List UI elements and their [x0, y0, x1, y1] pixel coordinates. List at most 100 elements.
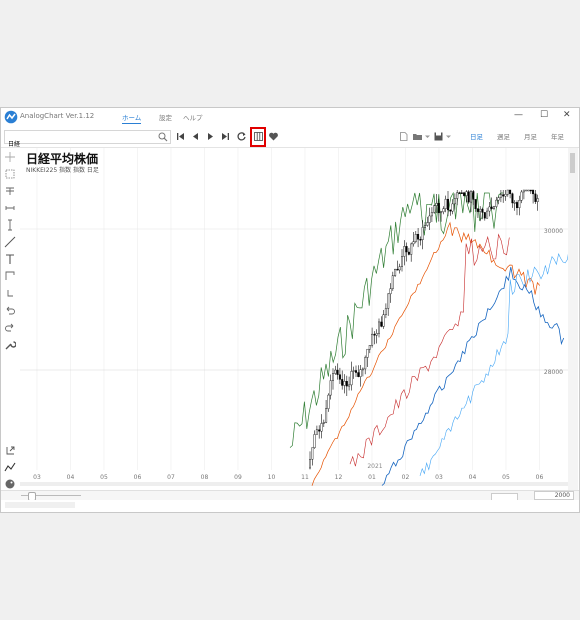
candle: [490, 206, 493, 209]
series-line-lightblue: [419, 252, 568, 476]
month-label: 01: [368, 474, 376, 481]
candle: [426, 222, 429, 226]
candle: [309, 459, 312, 469]
candle: [348, 384, 351, 387]
heart-icon[interactable]: [268, 131, 279, 142]
crosshair-icon[interactable]: [4, 151, 16, 163]
vertical-line-icon[interactable]: [4, 219, 16, 231]
menu-home[interactable]: ホーム: [122, 112, 142, 124]
chevron-down-icon[interactable]: [422, 131, 433, 142]
month-label: 10: [268, 474, 276, 481]
app-window: AnalogChart Ver.1.12 ホーム 設定 ヘルプ — ☐ ✕ 日足…: [0, 107, 580, 513]
chevron-down-icon[interactable]: [443, 131, 454, 142]
candle: [407, 251, 410, 255]
export-icon[interactable]: [4, 444, 16, 456]
prev-icon[interactable]: [190, 131, 201, 142]
bracket-icon[interactable]: [4, 287, 16, 299]
candle: [488, 206, 491, 212]
trend-line-icon[interactable]: [4, 236, 16, 248]
rectangle-icon[interactable]: [4, 270, 16, 282]
horizontal-line-icon[interactable]: [4, 202, 16, 214]
vertical-scroll-thumb[interactable]: [570, 153, 575, 173]
hline-icon[interactable]: [4, 185, 16, 197]
series-line-blue: [381, 267, 565, 486]
candle: [513, 202, 516, 204]
candle: [532, 189, 535, 195]
tab-weekly[interactable]: 週足: [497, 131, 510, 141]
price-chart[interactable]: 30000 28000 03 04 05 06 07 08 09 10 11 12 01 02 03 04 05…: [20, 148, 568, 490]
new-file-icon[interactable]: [398, 131, 409, 142]
chart-area[interactable]: 30000 28000 03 04 05 06 07 08 09 10 11 12 01 02 03 04 05…: [20, 148, 568, 490]
month-label: 03: [435, 474, 443, 481]
candle: [499, 194, 502, 198]
month-label: 03: [33, 474, 41, 481]
candle: [456, 192, 459, 199]
highlight-box: [250, 127, 266, 147]
redo-icon[interactable]: [4, 321, 16, 333]
month-label: 04: [469, 474, 477, 481]
candle: [453, 198, 456, 205]
candle: [382, 314, 385, 327]
tab-yearly[interactable]: 年足: [551, 131, 564, 141]
candle: [479, 208, 482, 212]
candle: [460, 192, 463, 194]
tab-daily[interactable]: 日足: [470, 131, 483, 141]
candle: [463, 192, 466, 196]
app-logo-icon: [4, 110, 18, 124]
select-box-icon[interactable]: [4, 168, 16, 180]
candle: [428, 215, 431, 223]
maximize-button[interactable]: ☐: [540, 110, 548, 120]
menu-settings[interactable]: 設定: [159, 112, 172, 122]
candle: [470, 191, 473, 203]
month-label: 11: [301, 474, 309, 481]
candle: [504, 194, 507, 197]
month-label: 05: [502, 474, 510, 481]
palette-icon[interactable]: [4, 478, 16, 490]
candle: [444, 198, 447, 209]
candle: [506, 189, 509, 195]
candle: [398, 266, 401, 271]
candle: [357, 372, 360, 377]
wrench-icon[interactable]: [4, 339, 16, 351]
next-icon[interactable]: [205, 131, 216, 142]
month-label: 07: [167, 474, 175, 481]
minimize-button[interactable]: —: [514, 110, 523, 120]
tab-monthly[interactable]: 月足: [524, 131, 537, 141]
candle: [437, 203, 440, 214]
zoom-value-field[interactable]: 2000: [534, 491, 574, 500]
candle: [476, 208, 479, 212]
candle: [474, 199, 477, 210]
candle: [338, 374, 341, 380]
menu-help[interactable]: ヘルプ: [183, 112, 203, 122]
last-icon[interactable]: [220, 131, 231, 142]
month-label: 06: [134, 474, 142, 481]
candle: [534, 193, 537, 202]
candle: [345, 380, 348, 387]
candle: [433, 205, 436, 213]
refresh-icon[interactable]: [236, 131, 247, 142]
first-icon[interactable]: [175, 131, 186, 142]
line-chart-icon[interactable]: [4, 461, 16, 473]
candle: [403, 246, 406, 257]
candle: [486, 210, 489, 219]
candle: [525, 189, 528, 192]
candle: [368, 345, 371, 350]
candle: [518, 200, 521, 209]
candle: [493, 206, 496, 209]
candle: [458, 192, 461, 194]
candle: [421, 227, 424, 240]
text-icon[interactable]: [4, 253, 16, 265]
close-button[interactable]: ✕: [563, 110, 571, 120]
search-icon[interactable]: [158, 132, 168, 142]
candle: [536, 198, 539, 202]
vertical-scrollbar[interactable]: [568, 148, 578, 490]
candle: [355, 370, 358, 373]
candle: [332, 373, 335, 381]
month-label: 04: [67, 474, 75, 481]
candle: [442, 208, 445, 213]
drawing-tools: [1, 148, 20, 490]
candle: [325, 408, 328, 423]
candle: [449, 209, 452, 212]
title-bar: AnalogChart Ver.1.12 ホーム 設定 ヘルプ — ☐ ✕: [1, 108, 579, 127]
undo-icon[interactable]: [4, 304, 16, 316]
